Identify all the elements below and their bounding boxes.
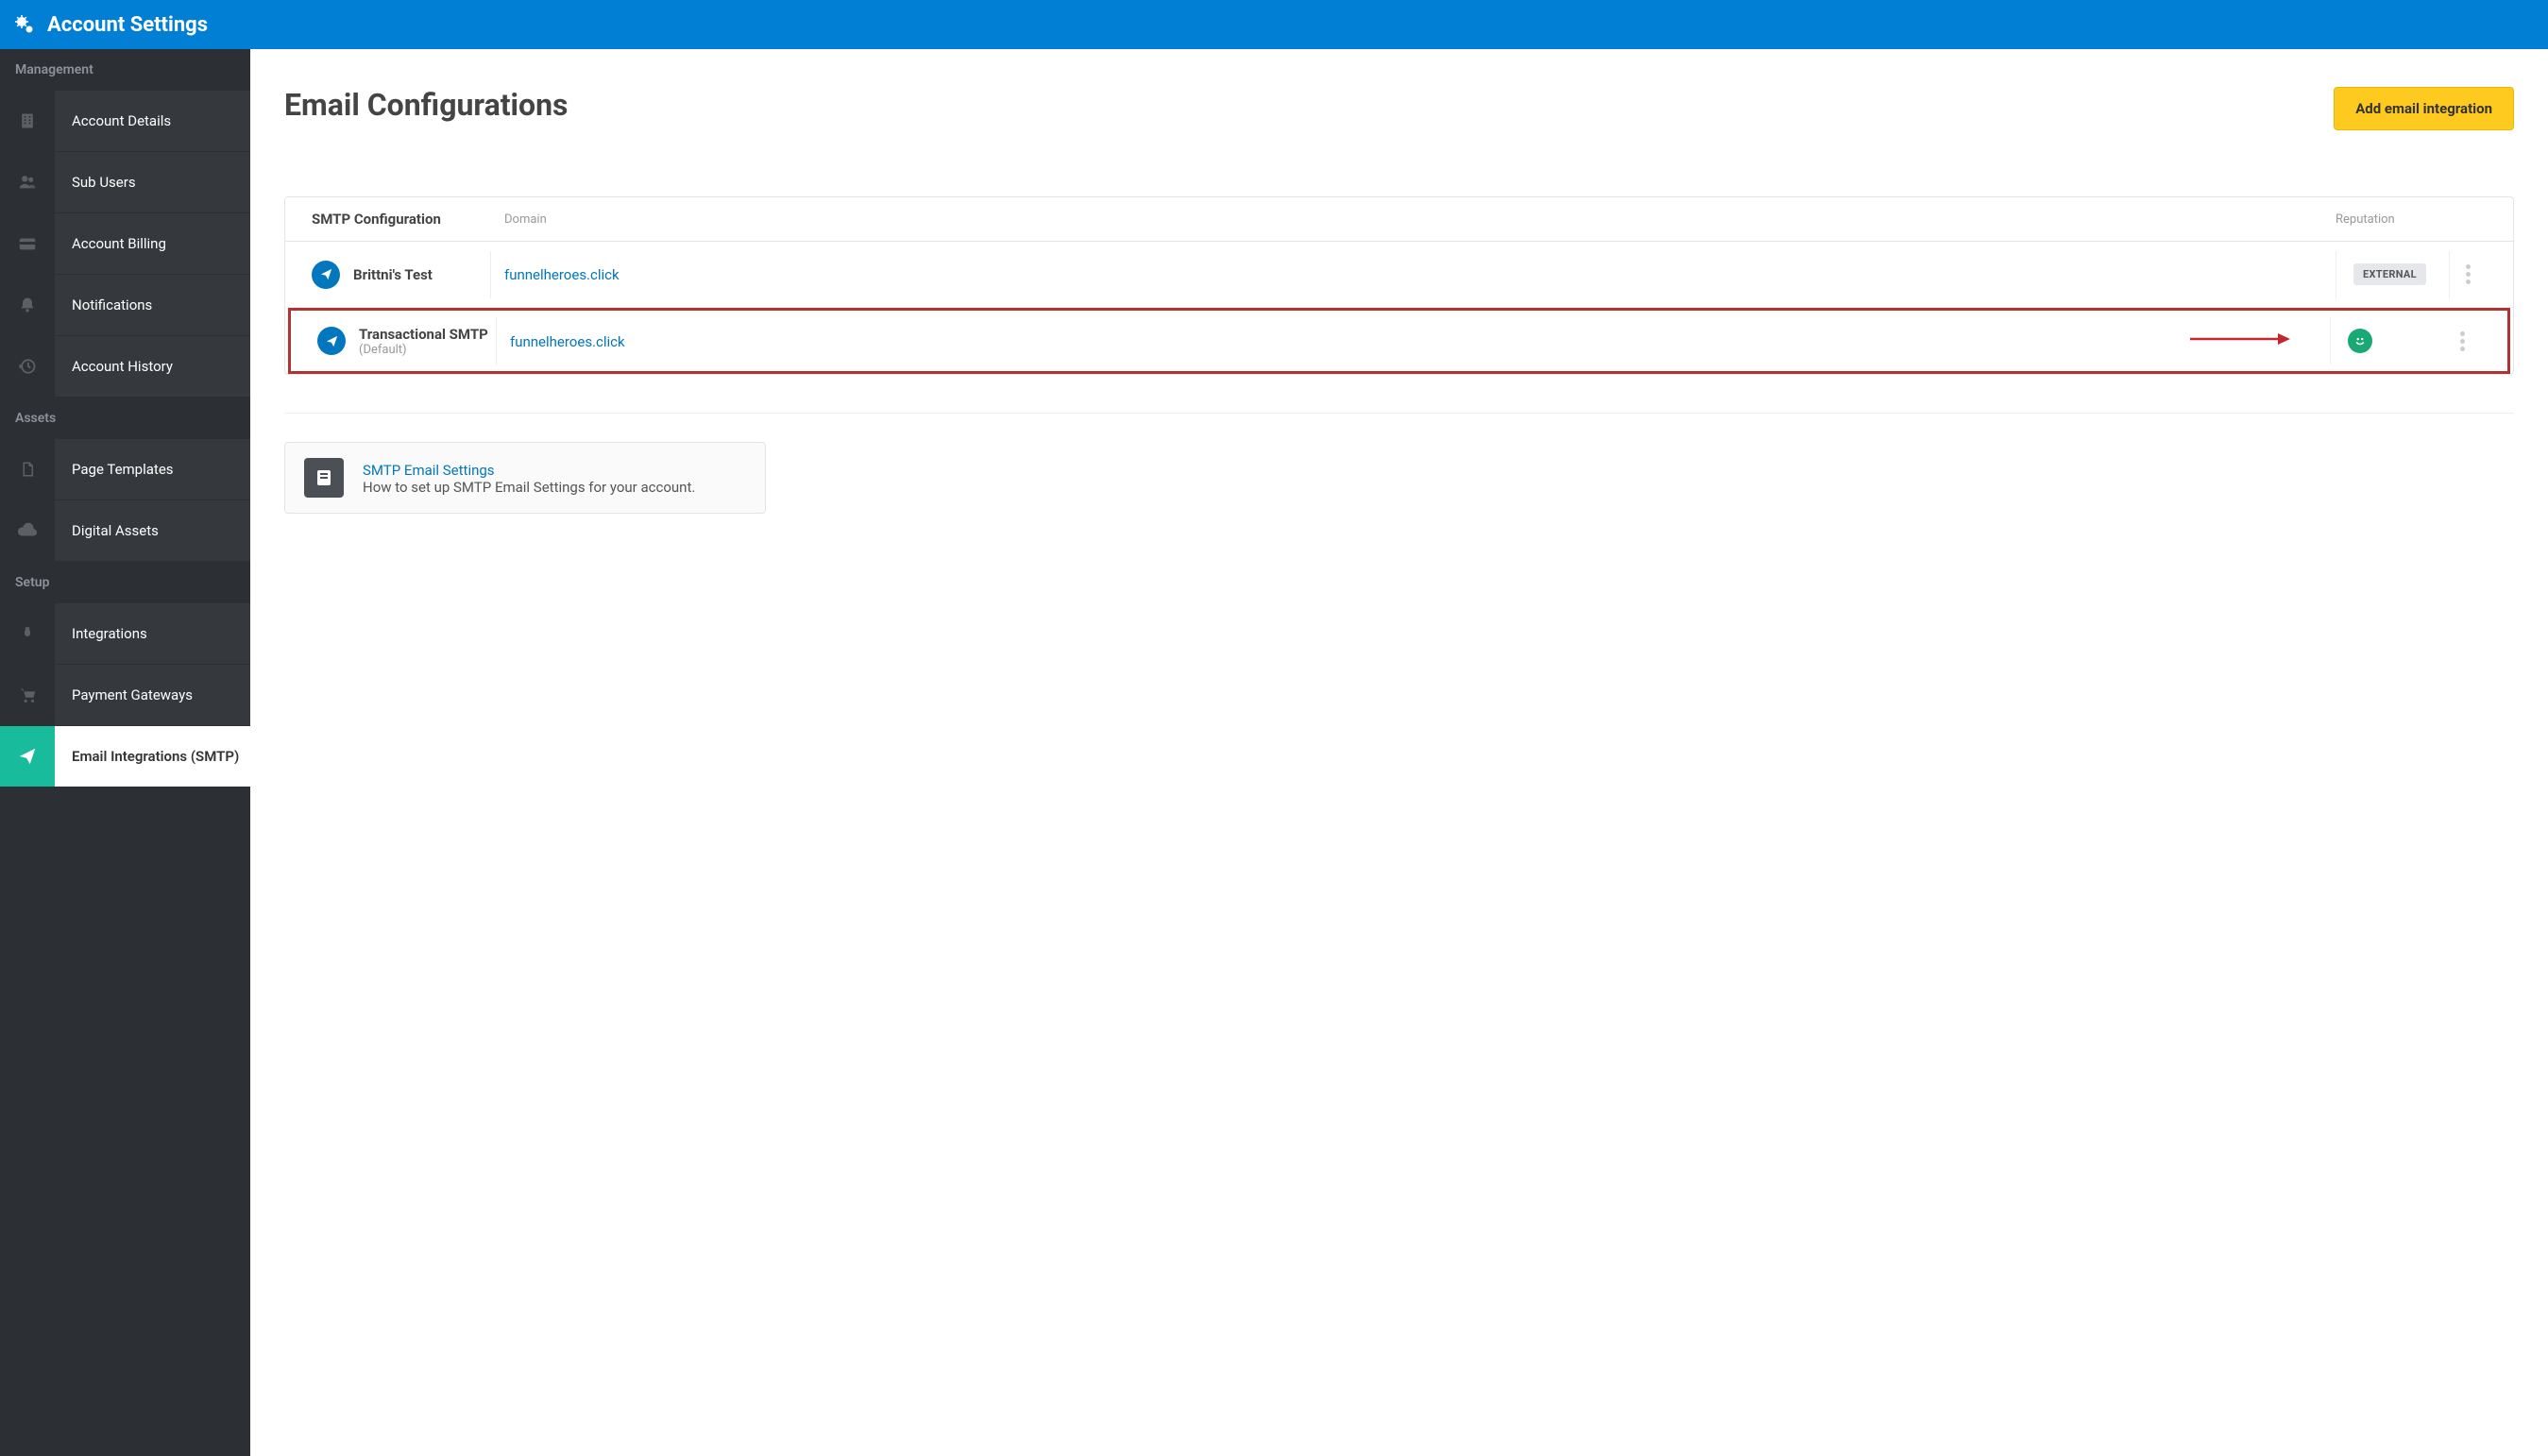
plug-icon — [0, 603, 55, 664]
gear-icon — [11, 11, 38, 38]
sidebar-item-label: Account Billing — [55, 235, 166, 252]
sidebar-item-account-details[interactable]: Account Details — [0, 91, 250, 152]
send-icon — [312, 261, 340, 289]
table-row[interactable]: Brittni's Test funnelheroes.click EXTERN… — [285, 242, 2513, 308]
sidebar-item-account-billing[interactable]: Account Billing — [0, 213, 250, 275]
col-header-domain: Domain — [491, 212, 2336, 227]
history-icon — [0, 336, 55, 397]
sidebar-item-label: Sub Users — [55, 174, 136, 191]
smtp-config-table: SMTP Configuration Domain Reputation Bri… — [284, 196, 2514, 375]
smiley-icon — [2348, 329, 2372, 353]
sidebar-item-label: Account Details — [55, 112, 171, 129]
help-description: How to set up SMTP Email Settings for yo… — [363, 479, 695, 496]
sidebar-item-email-integrations[interactable]: Email Integrations (SMTP) — [0, 726, 250, 787]
sidebar-item-label: Account History — [55, 358, 173, 375]
row-name: Transactional SMTP — [359, 326, 496, 343]
add-email-integration-button[interactable]: Add email integration — [2334, 87, 2514, 130]
sidebar-item-page-templates[interactable]: Page Templates — [0, 439, 250, 500]
domain-link[interactable]: funnelheroes.click — [510, 333, 625, 350]
building-icon — [0, 91, 55, 151]
sidebar-item-account-history[interactable]: Account History — [0, 336, 250, 398]
domain-link[interactable]: funnelheroes.click — [504, 266, 620, 283]
sidebar-item-label: Payment Gateways — [55, 686, 193, 703]
row-name: Brittni's Test — [353, 266, 490, 283]
sidebar-item-label: Notifications — [55, 296, 152, 313]
cloud-icon — [0, 500, 55, 561]
card-icon — [0, 213, 55, 274]
row-sub: (Default) — [359, 343, 496, 357]
sidebar-item-label: Email Integrations (SMTP) — [55, 748, 239, 765]
table-header: SMTP Configuration Domain Reputation — [285, 197, 2513, 242]
divider — [284, 413, 2514, 414]
file-icon — [0, 439, 55, 499]
table-row[interactable]: Transactional SMTP (Default) funnelheroe… — [288, 308, 2510, 374]
page-title: Email Configurations — [284, 87, 568, 123]
sidebar-item-payment-gateways[interactable]: Payment Gateways — [0, 665, 250, 726]
help-box: SMTP Email Settings How to set up SMTP E… — [284, 442, 766, 514]
sidebar-item-label: Page Templates — [55, 461, 174, 478]
send-icon — [317, 327, 346, 355]
send-icon — [0, 726, 55, 787]
external-badge: EXTERNAL — [2353, 263, 2426, 285]
sidebar-item-sub-users[interactable]: Sub Users — [0, 152, 250, 213]
sidebar: Management Account Details Sub Users Acc… — [0, 49, 250, 1456]
sidebar-item-label: Integrations — [55, 625, 147, 642]
users-icon — [0, 152, 55, 212]
header-bar: Account Settings — [0, 0, 2548, 49]
main-content: Email Configurations Add email integrati… — [250, 49, 2548, 1456]
col-header-name: SMTP Configuration — [312, 211, 491, 228]
sidebar-item-label: Digital Assets — [55, 522, 159, 539]
sidebar-item-integrations[interactable]: Integrations — [0, 603, 250, 665]
bell-icon — [0, 275, 55, 335]
page-header-title: Account Settings — [47, 13, 208, 37]
cart-icon — [0, 665, 55, 725]
sidebar-section-management: Management — [0, 49, 250, 91]
sidebar-item-notifications[interactable]: Notifications — [0, 275, 250, 336]
sidebar-section-setup: Setup — [0, 562, 250, 603]
book-icon — [304, 458, 344, 498]
kebab-menu-icon[interactable] — [2461, 264, 2476, 284]
help-link[interactable]: SMTP Email Settings — [363, 462, 495, 479]
sidebar-item-digital-assets[interactable]: Digital Assets — [0, 500, 250, 562]
col-header-reputation: Reputation — [2336, 212, 2449, 227]
kebab-menu-icon[interactable] — [2455, 331, 2470, 351]
sidebar-section-assets: Assets — [0, 398, 250, 439]
